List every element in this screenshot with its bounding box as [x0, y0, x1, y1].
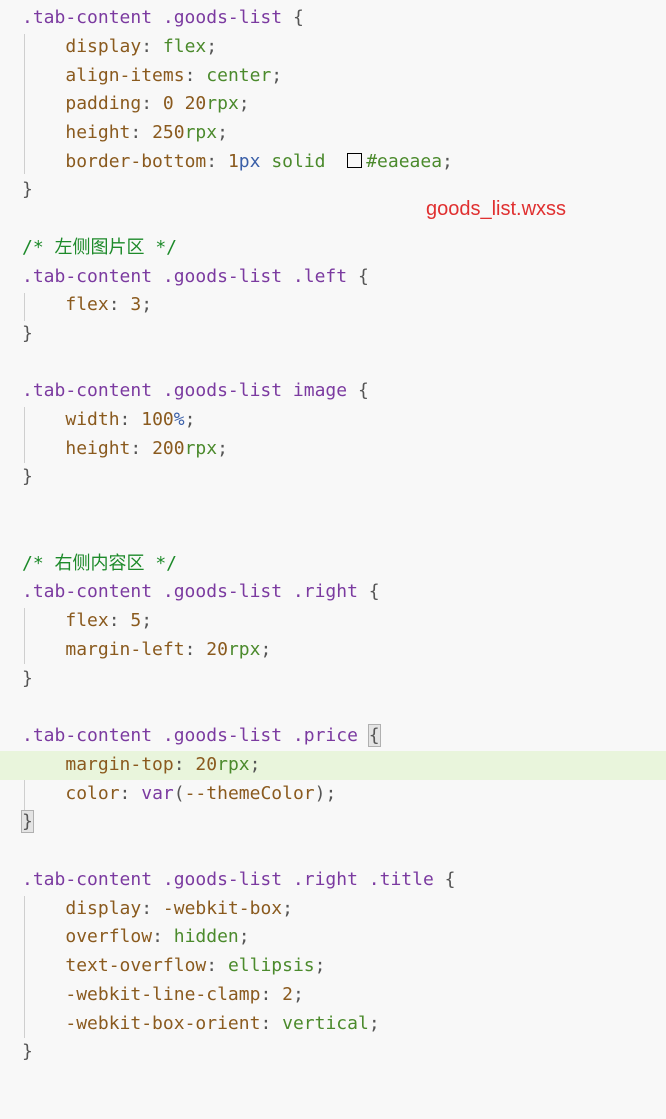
code-line: /* 右侧内容区 */	[0, 550, 666, 579]
css-property: flex	[65, 294, 109, 315]
css-property: display	[65, 898, 142, 919]
css-number: 0	[162, 93, 174, 114]
code-line: display: -webkit-box;	[65, 898, 293, 919]
code-line: overflow: hidden;	[65, 926, 250, 947]
code-line: display: flex;	[65, 36, 218, 57]
css-property: height	[65, 438, 131, 459]
css-number: 200	[152, 438, 185, 459]
css-property: color	[65, 783, 120, 804]
matching-bracket: {	[367, 724, 381, 747]
css-selector: .tab-content .goods-list .price	[22, 725, 358, 746]
code-line: }	[22, 668, 33, 689]
css-property: border-bottom	[65, 151, 207, 172]
css-value: hidden	[173, 926, 239, 947]
css-value: center	[206, 65, 272, 86]
css-number: 20	[195, 754, 218, 775]
css-variable: --themeColor	[184, 783, 315, 804]
css-property: margin-left	[65, 639, 185, 660]
matching-bracket: }	[21, 810, 34, 833]
code-line: }	[22, 179, 33, 200]
code-line-current[interactable]: margin-top: 20rpx;	[0, 751, 666, 780]
code-line: }	[0, 808, 666, 837]
code-line: text-overflow: ellipsis;	[65, 955, 326, 976]
code-line: color: var(--themeColor);	[65, 783, 337, 804]
file-name-label: goods_list.wxss	[426, 198, 567, 220]
css-unit: %	[173, 409, 185, 430]
code-line: }	[22, 323, 33, 344]
css-selector: .tab-content .goods-list .right	[22, 581, 358, 602]
code-line: width: 100%;	[65, 409, 196, 430]
code-line: border-bottom: 1px solid #eaeaea;	[65, 151, 453, 172]
code-line: .tab-content .goods-list {	[22, 7, 304, 28]
code-line: }	[22, 466, 33, 487]
css-selector: .tab-content .goods-list .left	[22, 266, 348, 287]
code-line: flex: 5;	[65, 610, 153, 631]
css-unit: px	[238, 151, 261, 172]
code-line: padding: 0 20rpx;	[65, 93, 250, 114]
css-value: vertical	[282, 1013, 369, 1034]
css-selector: .tab-content .goods-list .right .title	[22, 869, 434, 890]
code-comment: /* 左侧图片区 */	[22, 237, 178, 258]
css-property: -webkit-line-clamp	[65, 984, 261, 1005]
css-number: 100	[141, 409, 174, 430]
code-line: -webkit-line-clamp: 2;	[65, 984, 304, 1005]
css-property: display	[65, 36, 142, 57]
css-number: 1	[227, 151, 239, 172]
css-unit: rpx	[184, 122, 218, 143]
code-line: margin-left: 20rpx;	[65, 639, 272, 660]
css-property: width	[65, 409, 120, 430]
css-value: flex	[162, 36, 207, 57]
code-line: height: 200rpx;	[65, 438, 228, 459]
css-number: 250	[152, 122, 185, 143]
css-property: -webkit-box-orient	[65, 1013, 261, 1034]
css-color-value: #eaeaea	[366, 151, 443, 172]
css-value: ellipsis	[227, 955, 315, 976]
css-property: flex	[65, 610, 109, 631]
code-line: -webkit-box-orient: vertical;	[65, 1013, 380, 1034]
css-function: var	[141, 783, 174, 804]
css-unit: rpx	[206, 93, 239, 114]
code-line: .tab-content .goods-list image {	[22, 380, 369, 401]
css-number: 5	[130, 610, 142, 631]
css-value: -webkit-box	[162, 898, 283, 919]
css-number: 2	[282, 984, 293, 1005]
css-selector: .tab-content .goods-list	[22, 7, 283, 28]
code-line: /* 左侧图片区 */	[0, 234, 666, 263]
css-property: overflow	[65, 926, 153, 947]
code-line: }	[22, 1041, 33, 1062]
code-line: align-items: center;	[65, 65, 283, 86]
code-line: flex: 3;	[65, 294, 153, 315]
code-line: .tab-content .goods-list .left {	[22, 266, 369, 287]
css-number: 20	[184, 93, 207, 114]
css-unit: rpx	[227, 639, 261, 660]
code-line: .tab-content .goods-list .right {	[22, 581, 380, 602]
css-property: margin-top	[65, 754, 174, 775]
color-swatch-icon[interactable]	[347, 152, 363, 168]
css-property: height	[65, 122, 131, 143]
css-number: 3	[130, 294, 142, 315]
css-property: padding	[65, 93, 142, 114]
code-line: .tab-content .goods-list .price {	[0, 722, 666, 751]
css-selector: .tab-content .goods-list image	[22, 380, 348, 401]
css-property: text-overflow	[65, 955, 207, 976]
css-unit: rpx	[217, 754, 250, 775]
css-property: align-items	[65, 65, 185, 86]
css-unit: rpx	[184, 438, 218, 459]
css-number: 20	[206, 639, 228, 660]
code-line: .tab-content .goods-list .right .title {	[22, 869, 456, 890]
code-line: height: 250rpx;	[65, 122, 228, 143]
code-comment: /* 右侧内容区 */	[22, 553, 178, 574]
css-value: solid	[271, 151, 326, 172]
